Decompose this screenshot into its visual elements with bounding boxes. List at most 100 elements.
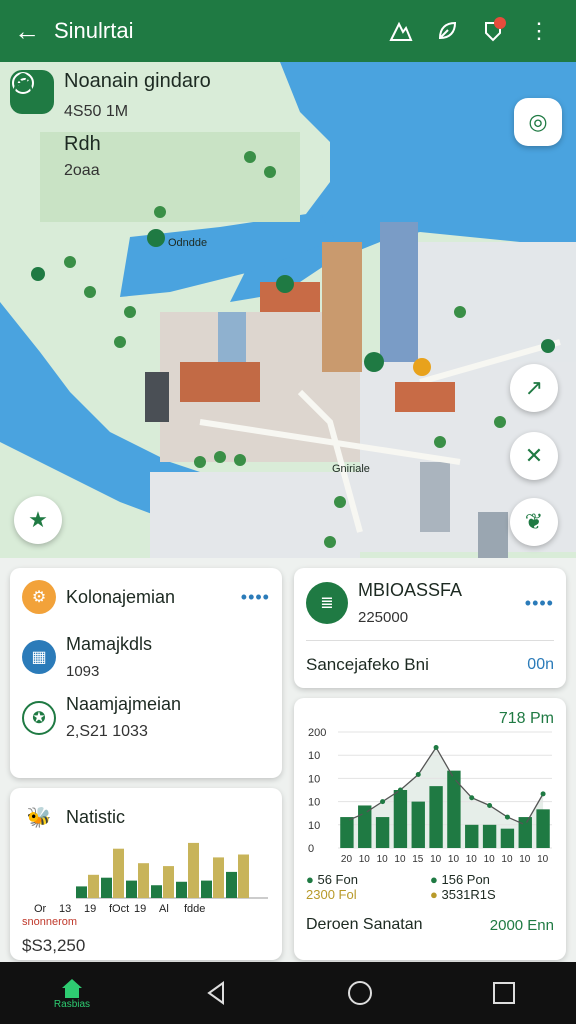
x-tick-label: 13 (59, 903, 71, 915)
y-tick-label: 200 (308, 727, 326, 739)
bar (482, 824, 497, 848)
city-map[interactable]: Odndde Gniriale Noanain gindaro 4S50 1M … (0, 62, 576, 558)
bar (151, 885, 162, 898)
trend-point (504, 814, 510, 820)
x-tick-label: Or (34, 903, 47, 915)
notifications-icon[interactable] (470, 11, 516, 51)
place-title: Noanain gindaro (64, 70, 211, 92)
bar (176, 881, 187, 898)
bar (518, 817, 532, 848)
calendar-icon: ▦ (22, 640, 56, 674)
trend-point (433, 744, 439, 750)
x-tick-label: 10 (359, 854, 371, 865)
x-tick-label: 10 (377, 854, 389, 865)
x-tick-label: 10 (484, 854, 496, 865)
person-pin-icon[interactable] (10, 73, 54, 177)
target-location-button[interactable]: ◎ (514, 98, 562, 146)
bar (113, 848, 124, 898)
bar (101, 877, 112, 898)
y-tick-label: 10 (308, 820, 320, 832)
item-value: 1093 (66, 663, 100, 680)
more-menu-icon[interactable]: ⋮ (516, 11, 562, 51)
trend-combo-chart: 0 10 10 10 10 200 20 10 10 10 15 10 10 10 10 10 10 10 (308, 727, 552, 865)
badge-icon: ✪ (22, 700, 56, 735)
mountain-icon[interactable] (378, 11, 424, 51)
trend-point (362, 810, 368, 816)
map-label-2: Gniriale (332, 463, 370, 475)
map-info-overlay: Noanain gindaro 4S50 1M Rdh 2oaa (10, 70, 240, 192)
compass-button[interactable]: ✕ (510, 432, 558, 480)
bar (76, 886, 87, 898)
x-tick-label: 10 (519, 854, 531, 865)
stack-icon: ≣ (306, 582, 348, 624)
bar (375, 817, 390, 848)
sub-title: Rdh (64, 133, 101, 155)
bar (238, 854, 249, 898)
summary-footer-value: 00n (527, 656, 554, 673)
trend-point (380, 799, 386, 805)
x-tick-label: 10 (448, 854, 460, 865)
home-tab[interactable]: Rasbias (42, 968, 102, 1018)
app-title: Sinulrtai (54, 18, 134, 43)
leaf-button[interactable]: ❦ (510, 498, 558, 546)
more-dots-icon[interactable]: •••• (525, 593, 554, 614)
bar (447, 770, 461, 848)
trend-point (397, 787, 403, 793)
item-value: 2,S21 1033 (66, 723, 148, 740)
sub-value: 2oaa (64, 162, 100, 179)
star-favorite-button[interactable]: ★ (14, 496, 62, 544)
bar (201, 880, 212, 898)
list-item[interactable]: ⚙ Kolonajemian •••• (22, 580, 270, 614)
place-value: 4S50 1M (64, 103, 129, 120)
list-item[interactable]: ▦ Mamajkdls 1093 (22, 634, 270, 680)
recents-nav-button[interactable] (474, 968, 534, 1018)
app-bar: ← Sinulrtai ⋮ (0, 0, 576, 62)
x-tick-label: Al (159, 903, 169, 915)
item-title: Naamjajmeian (66, 694, 182, 714)
x-tick-label: 15 (412, 854, 424, 865)
bar (536, 809, 550, 848)
y-tick-label: 10 (308, 797, 320, 809)
bee-icon: 🐝 (26, 806, 52, 829)
trend-card: 718 Pm 0 10 10 10 10 200 20 10 10 10 15 10 10 10 10 10 1… (294, 698, 566, 960)
summary-title: MBIOASSFA (358, 580, 463, 600)
x-tick-label: 10 (430, 854, 442, 865)
y-tick-label: 10 (308, 773, 320, 785)
system-nav-bar: Rasbias (0, 962, 576, 1024)
home-label: Rasbias (53, 998, 91, 1010)
bar (213, 857, 224, 898)
trend-point (451, 775, 457, 781)
trend-footer-value: 2000 Enn (489, 916, 554, 934)
x-tick-label: 10 (466, 854, 478, 865)
stats-list-card: ⚙ Kolonajemian •••• ▦ Mamajkdls 1093 ✪ N… (10, 568, 282, 778)
legend-dot: ● (430, 887, 438, 902)
bar (500, 828, 515, 848)
more-dots-icon[interactable]: •••• (241, 587, 270, 608)
trend-point (487, 802, 493, 808)
trend-point (540, 791, 546, 797)
map-label-1: Odndde (168, 237, 207, 249)
bar (226, 871, 237, 898)
list-item[interactable]: ✪ Naamjajmeian 2,S21 1033 (22, 694, 270, 741)
bar (188, 842, 199, 898)
trend-button[interactable]: ↗ (510, 364, 558, 412)
legend-b-value: 3531R1S (441, 887, 496, 902)
legend-dot: ● (430, 872, 438, 887)
trend-point (415, 772, 421, 778)
legend-a-label: 56 Fon (317, 872, 358, 887)
home-nav-button[interactable] (330, 968, 390, 1018)
gear-icon: ⚙ (22, 580, 56, 614)
x-tick-label: fOct (109, 903, 129, 915)
leaf-icon[interactable] (424, 11, 470, 51)
back-nav-button[interactable] (186, 968, 246, 1018)
home-icon (62, 978, 82, 998)
y-tick-label: 10 (308, 750, 320, 762)
bar (126, 880, 137, 898)
summary-value: 225000 (358, 609, 409, 626)
statistic-title: Natistic (66, 806, 126, 827)
trend-point (522, 822, 528, 828)
notification-badge (494, 17, 506, 29)
bar (465, 824, 479, 848)
back-arrow-icon[interactable]: ← (14, 16, 54, 47)
statistic-total: $S3,250 (22, 936, 86, 955)
